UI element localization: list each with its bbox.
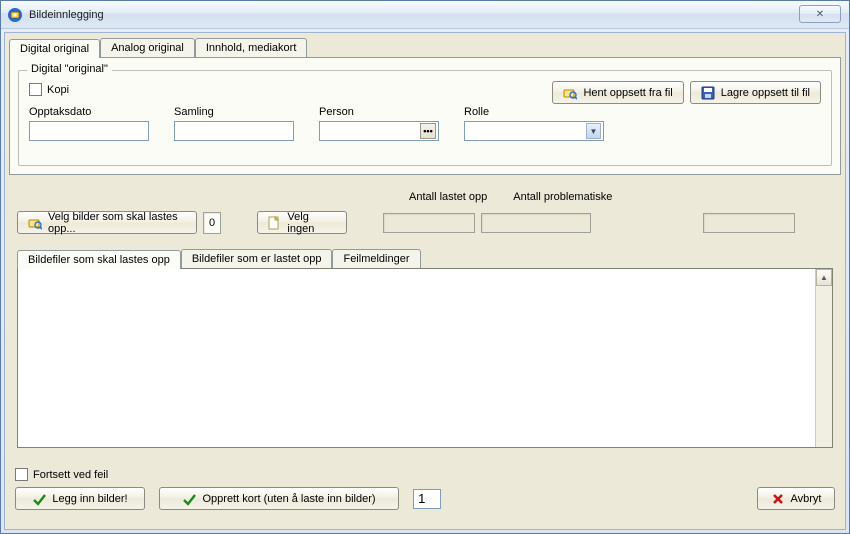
titlebar: Bildeinnlegging ✕ — [1, 1, 849, 29]
kopi-checkbox[interactable] — [29, 83, 42, 96]
folder-search-icon — [28, 216, 42, 230]
field-opptaksdato: Opptaksdato — [29, 106, 149, 141]
mid-row: Velg bilder som skal lastes opp... 0 Vel… — [17, 211, 833, 234]
tab-files-errors[interactable]: Feilmeldinger — [332, 249, 420, 268]
antall-problem-label: Antall problematiske — [513, 191, 612, 203]
close-button[interactable]: ✕ — [799, 5, 841, 23]
tabs-files: Bildefiler som skal lastes opp Bildefile… — [17, 248, 833, 268]
legg-inn-button[interactable]: Legg inn bilder! — [15, 487, 145, 510]
check-icon — [32, 492, 46, 506]
antall-lastet-value — [383, 213, 475, 233]
tab-files-done[interactable]: Bildefiler som er lastet opp — [181, 249, 333, 268]
tabs-top: Digital original Analog original Innhold… — [9, 37, 841, 57]
ellipsis-icon[interactable]: ••• — [420, 123, 436, 139]
kopi-label: Kopi — [47, 84, 69, 96]
field-label: Rolle — [464, 106, 604, 118]
tab-label: Analog original — [111, 42, 184, 54]
button-label: Velg ingen — [287, 211, 336, 235]
folder-search-icon — [563, 86, 577, 100]
fortsett-row: Fortsett ved feil — [15, 468, 835, 481]
samling-input[interactable] — [174, 121, 294, 141]
chevron-down-icon: ▼ — [586, 123, 601, 139]
button-label: Legg inn bilder! — [52, 493, 127, 505]
count-value: 0 — [209, 217, 215, 229]
group-toolbar: Hent oppsett fra fil Lagre oppsett til f… — [552, 81, 821, 104]
field-samling: Samling — [174, 106, 294, 141]
extra-readonly — [703, 213, 795, 233]
button-label: Velg bilder som skal lastes opp... — [48, 211, 186, 235]
document-icon — [268, 216, 281, 230]
tab-digital-original[interactable]: Digital original — [9, 39, 100, 58]
spin-input[interactable] — [413, 489, 441, 509]
mid-section: Antall lastet opp Antall problematiske V… — [9, 189, 841, 456]
bottom-buttons: Legg inn bilder! Opprett kort (uten å la… — [15, 487, 835, 510]
field-rolle: Rolle ▼ — [464, 106, 604, 141]
window-title: Bildeinnlegging — [29, 9, 104, 21]
window: Bildeinnlegging ✕ Digital original Analo… — [0, 0, 850, 534]
fields-row: Opptaksdato Samling Person ••• R — [29, 106, 821, 141]
field-label: Samling — [174, 106, 294, 118]
tab-innhold-mediakort[interactable]: Innhold, mediakort — [195, 38, 308, 57]
field-label: Opptaksdato — [29, 106, 149, 118]
person-picker[interactable]: ••• — [319, 121, 439, 141]
opptaksdato-input[interactable] — [29, 121, 149, 141]
group-digital-original: Digital "original" Kopi Hent oppsett fra… — [18, 70, 832, 166]
tab-label: Bildefiler som er lastet opp — [192, 253, 322, 265]
tab-analog-original[interactable]: Analog original — [100, 38, 195, 57]
antall-lastet-label: Antall lastet opp — [409, 191, 487, 203]
client-area: Digital original Analog original Innhold… — [4, 32, 846, 530]
hent-oppsett-button[interactable]: Hent oppsett fra fil — [552, 81, 683, 104]
tab-label: Digital original — [20, 43, 89, 55]
tab-label: Feilmeldinger — [343, 253, 409, 265]
tab-label: Bildefiler som skal lastes opp — [28, 254, 170, 266]
antall-problem-value — [481, 213, 591, 233]
scroll-up-icon[interactable]: ▲ — [816, 269, 832, 286]
scrollbar[interactable]: ▲ — [815, 269, 832, 447]
rolle-combo[interactable]: ▼ — [464, 121, 604, 141]
bottom-bar: Fortsett ved feil Legg inn bilder! Oppre… — [9, 464, 841, 514]
app-icon — [7, 7, 23, 23]
selected-count: 0 — [203, 212, 221, 234]
cancel-icon — [771, 492, 785, 506]
opprett-kort-button[interactable]: Opprett kort (uten å laste inn bilder) — [159, 487, 399, 510]
save-icon — [701, 86, 715, 100]
check-icon — [182, 492, 196, 506]
tab-label: Innhold, mediakort — [206, 42, 297, 54]
tab-files-pending[interactable]: Bildefiler som skal lastes opp — [17, 250, 181, 269]
velg-bilder-button[interactable]: Velg bilder som skal lastes opp... — [17, 211, 197, 234]
button-label: Avbryt — [791, 493, 822, 505]
fortsett-checkbox[interactable] — [15, 468, 28, 481]
group-legend: Digital "original" — [27, 63, 112, 75]
velg-ingen-button[interactable]: Velg ingen — [257, 211, 347, 234]
close-icon: ✕ — [816, 9, 824, 20]
field-person: Person ••• — [319, 106, 439, 141]
button-label: Hent oppsett fra fil — [583, 87, 672, 99]
button-label: Lagre oppsett til fil — [721, 87, 810, 99]
tabpage-digital-original: Digital "original" Kopi Hent oppsett fra… — [9, 57, 841, 175]
fortsett-label: Fortsett ved feil — [33, 469, 108, 481]
avbryt-button[interactable]: Avbryt — [757, 487, 835, 510]
file-list-body — [18, 269, 815, 447]
button-label: Opprett kort (uten å laste inn bilder) — [202, 493, 375, 505]
mid-labels: Antall lastet opp Antall problematiske — [409, 191, 612, 203]
lagre-oppsett-button[interactable]: Lagre oppsett til fil — [690, 81, 821, 104]
field-label: Person — [319, 106, 439, 118]
file-list[interactable]: ▲ — [17, 268, 833, 448]
